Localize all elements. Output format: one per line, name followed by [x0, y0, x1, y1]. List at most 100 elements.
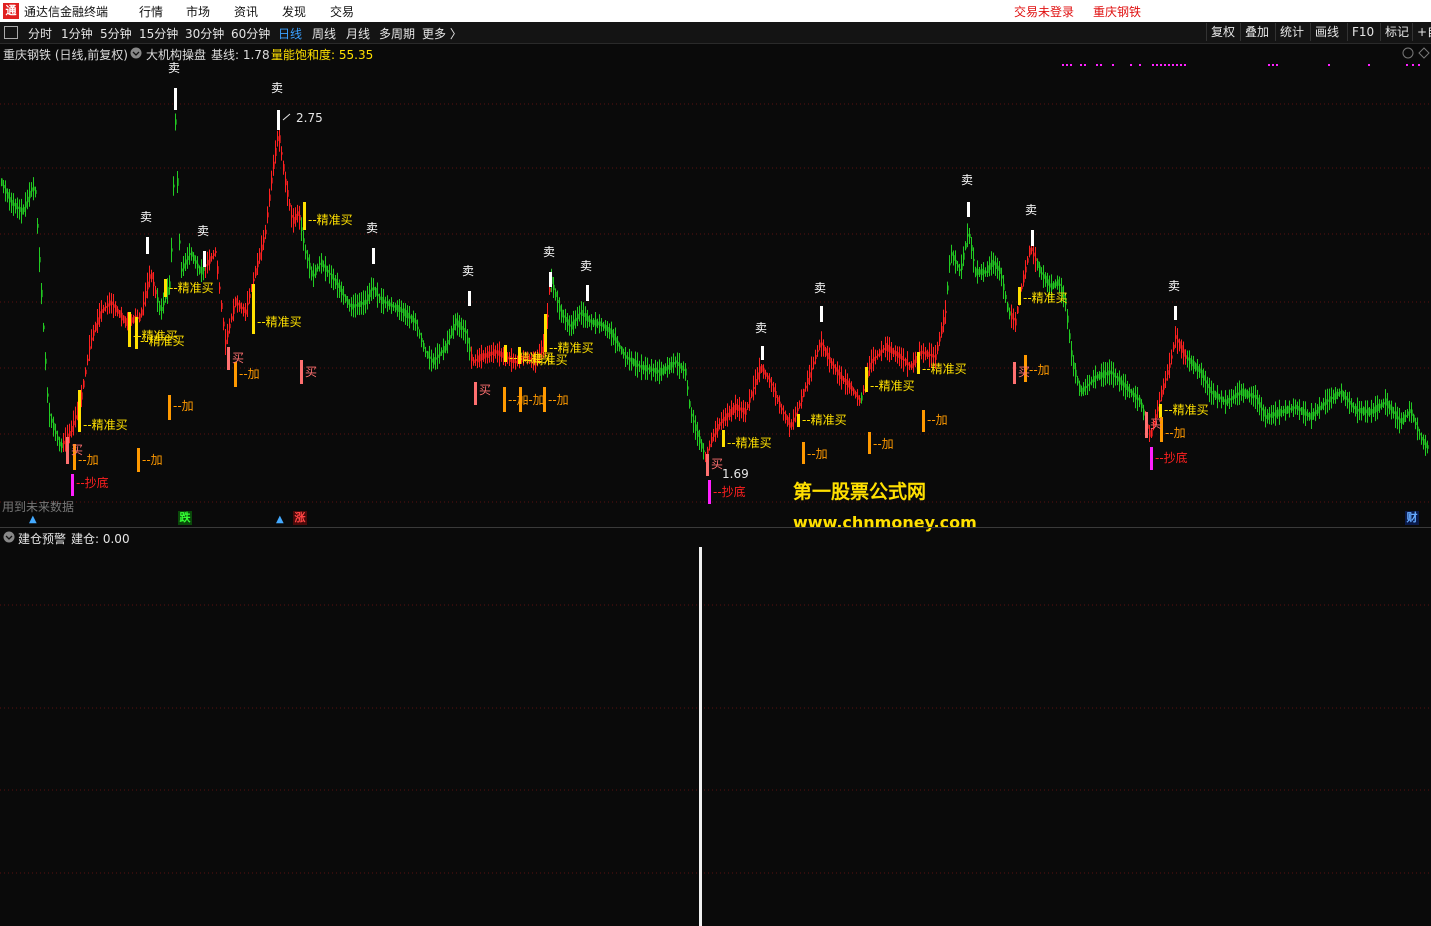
stock-name-link[interactable]: 重庆钢铁	[1093, 3, 1141, 20]
kline-body	[407, 312, 409, 319]
kline-body	[443, 346, 445, 353]
kline-body	[757, 372, 759, 380]
signal-label: --精准买	[1023, 291, 1068, 305]
kline-body	[1303, 409, 1305, 416]
kline-body	[179, 240, 181, 244]
menu-shichang[interactable]: 市场	[186, 3, 210, 20]
kline-body	[759, 366, 761, 374]
kline-body	[1179, 341, 1181, 349]
finance-marker[interactable]: 财	[1405, 511, 1419, 525]
kline-body	[651, 368, 653, 372]
kline-body	[1375, 405, 1377, 413]
signal-label: 卖	[814, 281, 826, 295]
sub-indicator-chart[interactable]	[0, 545, 1431, 926]
kline-body	[417, 326, 419, 330]
kline-body	[389, 302, 391, 307]
period-weekly[interactable]: 周线	[312, 25, 336, 42]
menu-hangqing[interactable]: 行情	[139, 3, 163, 20]
kline-body	[381, 296, 383, 305]
kline-body	[817, 349, 819, 353]
kline-body	[1221, 396, 1223, 403]
kline-body	[147, 281, 149, 290]
kline-body	[383, 299, 385, 304]
tool-stats[interactable]: 统计	[1275, 23, 1308, 41]
period-1min[interactable]: 1分钟	[61, 25, 93, 42]
kline-body	[673, 362, 675, 365]
kline-body	[753, 386, 755, 390]
tool-mark[interactable]: 标记	[1380, 23, 1413, 41]
kline-body	[857, 395, 859, 400]
kline-body	[457, 320, 459, 328]
period-60min[interactable]: 60分钟	[231, 25, 270, 42]
kline-body	[123, 315, 125, 324]
kline-body	[1413, 414, 1415, 422]
kline-body	[847, 380, 849, 388]
kline-body	[581, 310, 583, 316]
menu-zixun[interactable]: 资讯	[234, 3, 258, 20]
period-5min[interactable]: 5分钟	[100, 25, 132, 42]
period-15min[interactable]: 15分钟	[139, 25, 178, 42]
expand-diamond-icon[interactable]	[1418, 47, 1430, 62]
kline-body	[1, 178, 3, 186]
top-dot	[1180, 64, 1182, 66]
tool-overlay[interactable]: 叠加	[1240, 23, 1273, 41]
kline-body	[375, 288, 377, 296]
tool-f10[interactable]: F10	[1347, 23, 1378, 41]
kline-body	[113, 304, 115, 308]
kline-body	[17, 206, 19, 209]
kline-body	[649, 366, 651, 373]
indicator-dropdown-icon[interactable]	[130, 47, 142, 62]
kline-body	[413, 318, 415, 323]
period-multi[interactable]: 多周期	[379, 25, 415, 42]
trade-login-status[interactable]: 交易未登录	[1014, 3, 1074, 20]
kline-body	[895, 351, 897, 357]
period-more[interactable]: 更多 〉	[422, 25, 462, 42]
kline-body	[419, 332, 421, 336]
tool-add-custom[interactable]: +自	[1412, 23, 1431, 41]
period-monthly[interactable]: 月线	[346, 25, 370, 42]
kline-body	[587, 316, 589, 322]
future-data-note: 用到未来数据	[2, 500, 75, 514]
period-30min[interactable]: 30分钟	[185, 25, 224, 42]
kline-body	[955, 259, 957, 265]
menu-jiaoyi[interactable]: 交易	[330, 3, 354, 20]
kline-body	[981, 268, 983, 276]
kline-body	[971, 245, 973, 251]
panel-toggle-icon[interactable]	[4, 26, 18, 39]
kline-body	[149, 274, 151, 279]
period-fenshi[interactable]: 分时	[28, 25, 52, 42]
tool-fuquan[interactable]: 复权	[1206, 23, 1239, 41]
kline-body	[1235, 392, 1237, 398]
kline-body	[371, 287, 373, 291]
kline-body	[909, 364, 911, 368]
kline-body	[13, 202, 15, 207]
kline-body	[1085, 385, 1087, 389]
menu-faxian[interactable]: 发现	[282, 3, 306, 20]
kline-body	[297, 211, 299, 216]
sub-dropdown-icon[interactable]	[3, 531, 15, 546]
kline-body	[1069, 333, 1071, 340]
settings-circle-icon[interactable]	[1402, 47, 1414, 62]
period-daily[interactable]: 日线	[278, 25, 302, 42]
tool-draw[interactable]: 画线	[1310, 23, 1343, 41]
kline-body	[821, 342, 823, 346]
up-marker[interactable]: 涨	[293, 511, 307, 525]
kline-body	[835, 367, 837, 372]
kline-body	[1047, 279, 1049, 286]
kline-body	[1291, 406, 1293, 411]
kline-body	[827, 352, 829, 360]
kline-body	[783, 411, 785, 415]
kline-body	[1189, 358, 1191, 364]
kline-body	[931, 353, 933, 358]
kline-body	[699, 436, 701, 444]
kline-body	[491, 351, 493, 356]
down-marker[interactable]: 跌	[178, 511, 192, 525]
indicator-name[interactable]: 大机构操盘	[146, 46, 206, 63]
kline-chart[interactable]: 卖卖卖卖 卖卖卖卖卖卖卖卖卖--精准买--精准买--精准买--精准买--精准买--…	[0, 62, 1431, 527]
kline-body	[1379, 403, 1381, 409]
kline-body	[61, 442, 63, 449]
kline-body	[233, 306, 235, 314]
kline-body	[361, 302, 363, 305]
kline-body	[691, 413, 693, 417]
kline-body	[227, 330, 229, 338]
